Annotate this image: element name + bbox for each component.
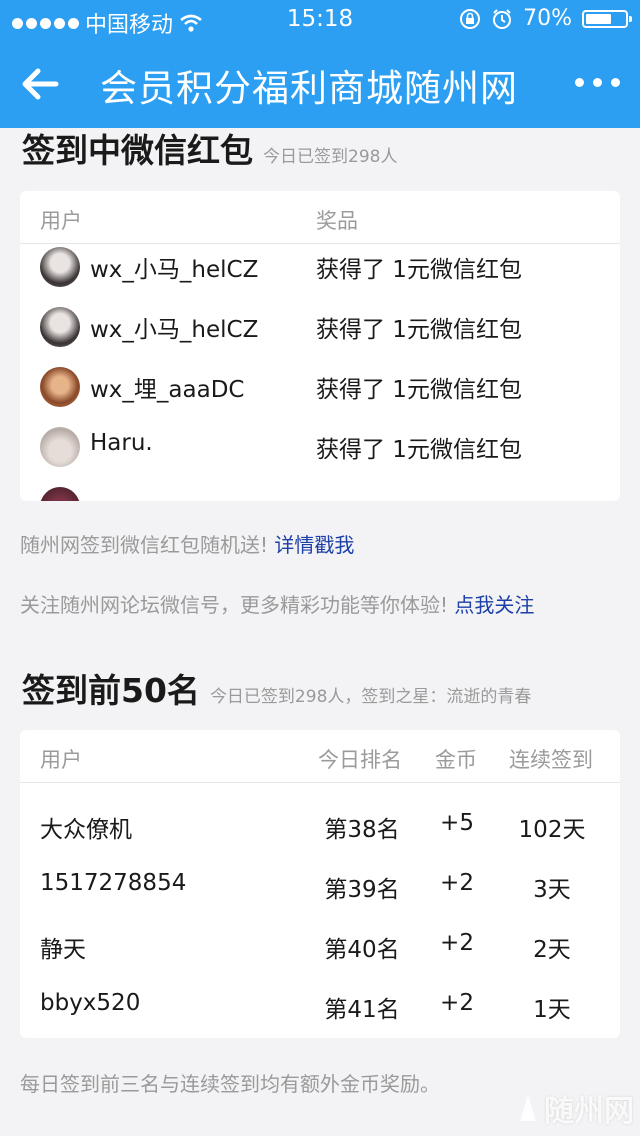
hongbao-subtitle: 今日已签到298人 xyxy=(263,147,398,167)
col-prize-header: 奖品 xyxy=(316,209,358,233)
col-coins-header: 金币 xyxy=(435,748,477,772)
top50-section-header: 签到前50名 今日已签到298人，签到之星：流逝的青春 xyxy=(22,664,531,712)
user-cell: 静天 xyxy=(40,937,86,963)
col-user-header: 用户 xyxy=(40,209,82,233)
rank-cell: 第39名 xyxy=(324,877,400,903)
prize-text: 获得了 1元微信红包 xyxy=(316,257,522,283)
battery-icon xyxy=(582,9,632,28)
coins-cell: +2 xyxy=(440,930,474,956)
rank-cell: 第40名 xyxy=(324,937,400,963)
footer-note: 每日签到前三名与连续签到均有额外金币奖励。 xyxy=(20,1072,440,1096)
username: Haru. xyxy=(90,430,153,456)
list-item-partial xyxy=(20,477,620,501)
streak-cell: 3天 xyxy=(533,877,571,903)
username: wx_埋_aaaDC xyxy=(90,377,245,403)
battery-percent: 70% xyxy=(523,6,572,31)
rank-cell: 第38名 xyxy=(324,817,400,843)
user-cell: 大众僚机 xyxy=(40,817,132,843)
watermark-logo-icon xyxy=(520,1095,536,1121)
top50-subtitle: 今日已签到298人，签到之星：流逝的青春 xyxy=(209,687,532,707)
streak-cell: 2天 xyxy=(533,937,571,963)
hongbao-title: 签到中微信红包 xyxy=(22,131,253,170)
top50-title: 签到前50名 xyxy=(22,671,200,710)
avatar xyxy=(40,367,80,407)
streak-cell: 102天 xyxy=(518,817,586,843)
top50-table-header: 用户 今日排名 金币 连续签到 xyxy=(20,730,620,783)
hongbao-card: 用户 奖品 wx_小马_helCZ 获得了 1元微信红包 wx_小马_helCZ… xyxy=(20,191,620,501)
table-row: 1517278854 第39名 +2 3天 xyxy=(20,857,620,917)
list-item: wx_小马_helCZ 获得了 1元微信红包 xyxy=(20,237,620,297)
hongbao-note: 随州网签到微信红包随机送! 详情戳我 xyxy=(20,529,354,558)
hongbao-note-text: 随州网签到微信红包随机送! xyxy=(20,533,269,557)
hongbao-section-header: 签到中微信红包 今日已签到298人 xyxy=(22,124,397,172)
follow-link[interactable]: 点我关注 xyxy=(454,593,534,617)
avatar xyxy=(40,307,80,347)
table-row: bbyx520 第41名 +2 1天 xyxy=(20,977,620,1037)
avatar xyxy=(40,427,80,467)
top50-card: 用户 今日排名 金币 连续签到 大众僚机 第38名 +5 102天 151727… xyxy=(20,730,620,1038)
avatar xyxy=(40,487,80,501)
rotation-lock-icon xyxy=(460,8,481,29)
follow-note-text: 关注随州网论坛微信号，更多精彩功能等你体验! xyxy=(20,593,449,617)
coins-cell: +2 xyxy=(440,870,474,896)
list-item: wx_埋_aaaDC 获得了 1元微信红包 xyxy=(20,357,620,417)
username: wx_小马_helCZ xyxy=(90,317,259,343)
alarm-icon xyxy=(493,8,512,29)
col-user-header: 用户 xyxy=(40,748,82,772)
status-right: 70% xyxy=(459,6,632,31)
prize-text: 获得了 1元微信红包 xyxy=(316,377,522,403)
coins-cell: +5 xyxy=(440,810,474,836)
prize-text: 获得了 1元微信红包 xyxy=(316,317,522,343)
rank-cell: 第41名 xyxy=(324,997,400,1023)
back-arrow-icon[interactable] xyxy=(18,62,62,106)
table-row: 静天 第40名 +2 2天 xyxy=(20,917,620,977)
user-cell: bbyx520 xyxy=(40,990,141,1016)
table-row: 大众僚机 第38名 +5 102天 xyxy=(20,797,620,857)
username: wx_小马_helCZ xyxy=(90,257,259,283)
list-item: Haru. 获得了 1元微信红包 xyxy=(20,417,620,477)
details-link[interactable]: 详情戳我 xyxy=(274,533,354,557)
watermark-text: 随州网 xyxy=(544,1094,634,1129)
page-title: 会员积分福利商城随州网 xyxy=(100,67,518,110)
prize-text: 获得了 1元微信红包 xyxy=(316,437,522,463)
col-streak-header: 连续签到 xyxy=(509,748,593,772)
coins-cell: +2 xyxy=(440,990,474,1016)
status-bar: 中国移动 15:18 70% xyxy=(0,0,640,40)
avatar xyxy=(40,247,80,287)
site-watermark: 随州网 xyxy=(516,1086,634,1130)
user-cell: 1517278854 xyxy=(40,870,187,896)
follow-note: 关注随州网论坛微信号，更多精彩功能等你体验! 点我关注 xyxy=(20,589,534,618)
col-rank-header: 今日排名 xyxy=(318,748,402,772)
list-item: wx_小马_helCZ 获得了 1元微信红包 xyxy=(20,297,620,357)
streak-cell: 1天 xyxy=(533,997,571,1023)
nav-bar: 会员积分福利商城随州网 xyxy=(0,40,640,128)
more-menu-icon[interactable] xyxy=(575,78,620,87)
